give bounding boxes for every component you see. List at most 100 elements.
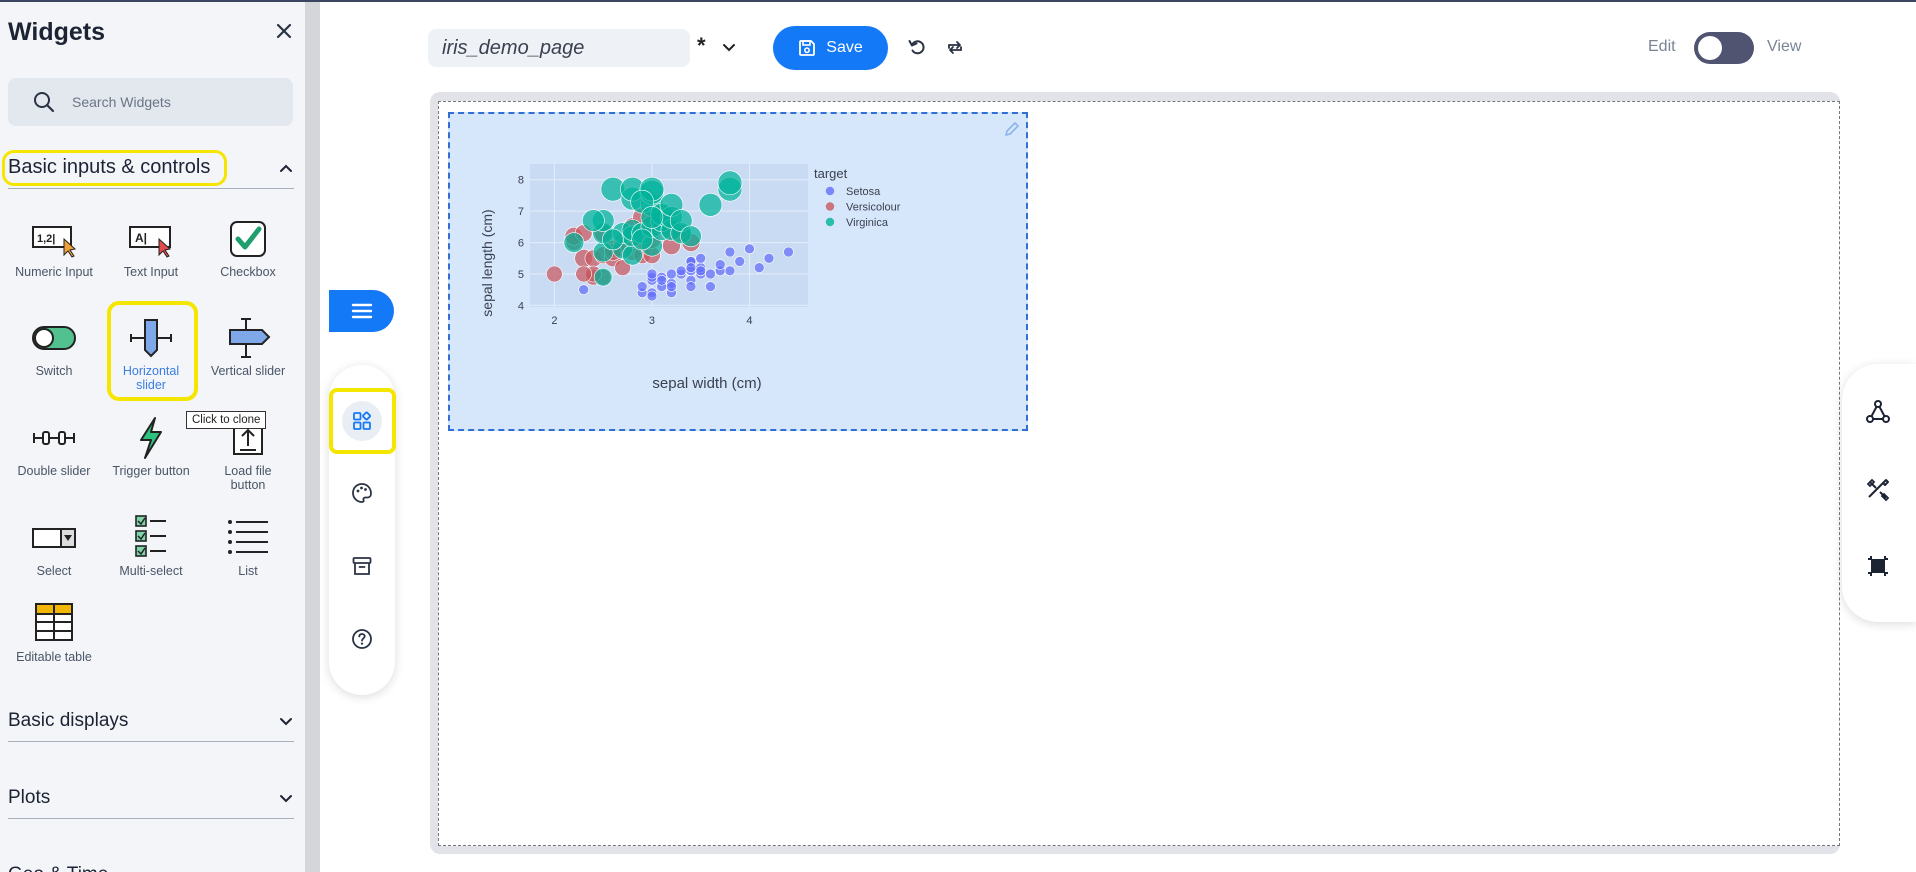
data-point: [656, 274, 667, 286]
section-basic-inputs[interactable]: Basic inputs & controls: [2, 147, 294, 189]
double-slider-icon: [14, 416, 94, 460]
pencil-icon[interactable]: [1002, 119, 1022, 139]
data-point: [646, 290, 658, 302]
widget-vertical-slider[interactable]: Vertical slider: [208, 316, 288, 378]
data-point: [666, 281, 677, 292]
y-tick-label: 8: [518, 175, 524, 187]
widgets-button-highlight: [329, 388, 396, 454]
sidebar-scrollbar[interactable]: [305, 2, 320, 872]
x-tick-label: 4: [746, 315, 752, 327]
widget-label: Checkbox: [220, 265, 276, 279]
legend-marker: [825, 217, 835, 227]
horizontal-slider-highlight: [107, 301, 198, 401]
data-point: [675, 265, 687, 277]
legend-entry: Virginica: [846, 217, 889, 229]
checklist-icon: [111, 512, 191, 560]
data-point: [666, 268, 677, 280]
clone-tooltip: Click to clone: [186, 411, 267, 429]
lightning-icon: [111, 416, 191, 460]
widget-double-slider[interactable]: Double slider: [14, 416, 94, 478]
archive-icon: [352, 557, 372, 575]
archive-button[interactable]: [342, 546, 382, 586]
data-point: [685, 281, 697, 292]
section-basic-displays[interactable]: Basic displays: [8, 700, 294, 742]
tools-icon: [1866, 478, 1890, 502]
chevron-down-icon: [280, 794, 292, 802]
widget-label: Load file button: [224, 464, 272, 492]
legend-entry: Versicolour: [846, 202, 901, 214]
legend-title: target: [814, 166, 848, 181]
widget-list[interactable]: List: [208, 512, 288, 578]
widget-text-input[interactable]: A| Text Input: [111, 217, 191, 279]
widget-multi-select[interactable]: Multi-select: [111, 512, 191, 578]
widget-editable-table[interactable]: Editable table: [14, 598, 94, 664]
y-tick-label: 7: [518, 206, 524, 218]
widget-numeric-input[interactable]: 1,2| Numeric Input: [14, 217, 94, 279]
data-point: [695, 265, 707, 277]
menu-toggle-button[interactable]: [329, 290, 394, 332]
data-point: [717, 170, 743, 196]
data-point: [744, 243, 755, 255]
data-point: [705, 268, 716, 280]
help-button[interactable]: [342, 619, 382, 659]
save-label: Save: [826, 39, 863, 56]
tools-button[interactable]: [1860, 472, 1896, 508]
data-point: [724, 265, 736, 277]
select-dropdown-icon: [14, 516, 94, 560]
section-label: Plots: [8, 786, 51, 808]
theme-button[interactable]: [342, 473, 382, 513]
widget-switch[interactable]: Switch: [14, 316, 94, 378]
y-axis-label: sepal length (cm): [479, 209, 495, 316]
y-tick-label: 4: [518, 300, 524, 312]
redo-icon[interactable]: [943, 35, 967, 59]
undo-icon[interactable]: [905, 35, 929, 59]
checkbox-icon: [208, 217, 288, 261]
right-floating-toolbar: [1842, 364, 1916, 622]
network-button[interactable]: [1860, 394, 1896, 430]
widget-label: Trigger button: [112, 464, 190, 478]
search-icon: [30, 88, 58, 116]
widget-select[interactable]: Select: [14, 516, 94, 578]
section-plots[interactable]: Plots: [8, 777, 294, 819]
widget-checkbox[interactable]: Checkbox: [208, 217, 288, 279]
select-frame-icon: [1868, 556, 1888, 576]
widget-label: Numeric Input: [15, 265, 93, 279]
data-point: [563, 232, 585, 253]
mode-view-label: View: [1767, 38, 1802, 55]
data-point: [602, 228, 624, 251]
section-label: Basic displays: [8, 709, 129, 731]
edit-view-toggle[interactable]: [1694, 32, 1754, 64]
data-point: [698, 193, 723, 217]
data-point: [695, 252, 707, 264]
section-geo-time[interactable]: Geo & Time: [8, 854, 294, 872]
svg-text:A|: A|: [135, 231, 147, 245]
page-name-input[interactable]: [428, 29, 690, 67]
search-input[interactable]: [72, 94, 272, 110]
data-point: [685, 262, 697, 274]
unsaved-indicator: *: [697, 33, 706, 58]
network-icon: [1866, 400, 1890, 423]
chevron-down-icon: [278, 867, 294, 872]
switch-icon: [14, 316, 94, 360]
data-point: [640, 206, 664, 229]
save-button[interactable]: Save: [773, 26, 888, 70]
svg-text:1,2|: 1,2|: [37, 233, 55, 245]
data-point: [734, 256, 746, 267]
select-frame-button[interactable]: [1860, 548, 1896, 584]
scatter-chart: 2 3 4 4 5 6 7 8 sepal width (cm) sepal length (…: [479, 164, 901, 392]
data-point: [631, 228, 653, 251]
widget-search[interactable]: [8, 78, 293, 126]
widget-label: Editable table: [16, 650, 92, 664]
mode-edit-label: Edit: [1648, 38, 1676, 55]
data-point: [714, 259, 726, 270]
data-point: [783, 246, 794, 258]
data-point: [724, 246, 736, 258]
chevron-up-icon: [280, 164, 292, 172]
x-axis-label: sepal width (cm): [652, 375, 761, 392]
chevron-down-icon[interactable]: [718, 36, 740, 58]
data-point: [646, 268, 658, 280]
scatter-chart-widget[interactable]: 2 3 4 4 5 6 7 8 sepal width (cm) sepal length (…: [448, 112, 1028, 431]
data-point: [680, 225, 702, 248]
close-icon[interactable]: [273, 20, 295, 42]
widget-trigger-button[interactable]: Trigger button: [111, 416, 191, 478]
